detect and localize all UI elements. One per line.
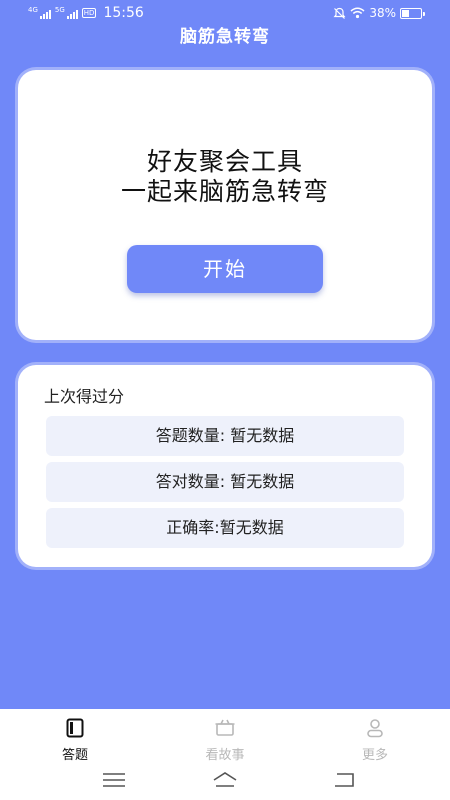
stat-accuracy: 正确率:暂无数据 — [46, 508, 404, 548]
menu-icon[interactable] — [101, 770, 127, 790]
tab-more-label: 更多 — [361, 748, 388, 763]
start-button[interactable]: 开始 — [127, 245, 323, 293]
quiz-book-icon — [66, 718, 84, 738]
tab-quiz[interactable]: 答题 — [30, 717, 120, 763]
stat-question-count: 答题数量: 暂无数据 — [46, 416, 404, 456]
status-time: 15:56 — [103, 5, 144, 21]
tab-quiz-label: 答题 — [61, 748, 88, 763]
page-title: 脑筋急转弯 — [180, 27, 270, 47]
hd-icon: HD — [81, 8, 97, 18]
user-icon — [367, 719, 383, 738]
battery-icon — [400, 7, 425, 19]
signal-icon: 5G — [55, 7, 78, 19]
network-label-2: 5G — [54, 6, 65, 14]
tab-story-label: 看故事 — [205, 748, 245, 763]
score-title: 上次得过分 — [44, 387, 125, 406]
tab-story[interactable]: 看故事 — [180, 717, 270, 763]
story-box-icon — [215, 719, 235, 736]
back-icon[interactable] — [331, 770, 357, 790]
tab-more[interactable]: 更多 — [330, 717, 420, 763]
signal-icon: 4G — [28, 7, 51, 19]
home-icon[interactable] — [212, 770, 238, 790]
status-left: 4G 5G HD 15:56 — [28, 5, 144, 21]
hero-title-line-2: 一起来脑筋急转弯 — [120, 177, 329, 206]
wifi-icon — [350, 7, 365, 19]
battery-fill — [402, 9, 409, 17]
system-nav-bar — [0, 762, 450, 800]
network-label-1: 4G — [28, 6, 38, 14]
status-right: 38% — [333, 6, 425, 20]
battery-percent: 38% — [369, 6, 396, 20]
stat-correct-count: 答对数量: 暂无数据 — [46, 462, 404, 502]
mute-icon — [333, 7, 346, 19]
